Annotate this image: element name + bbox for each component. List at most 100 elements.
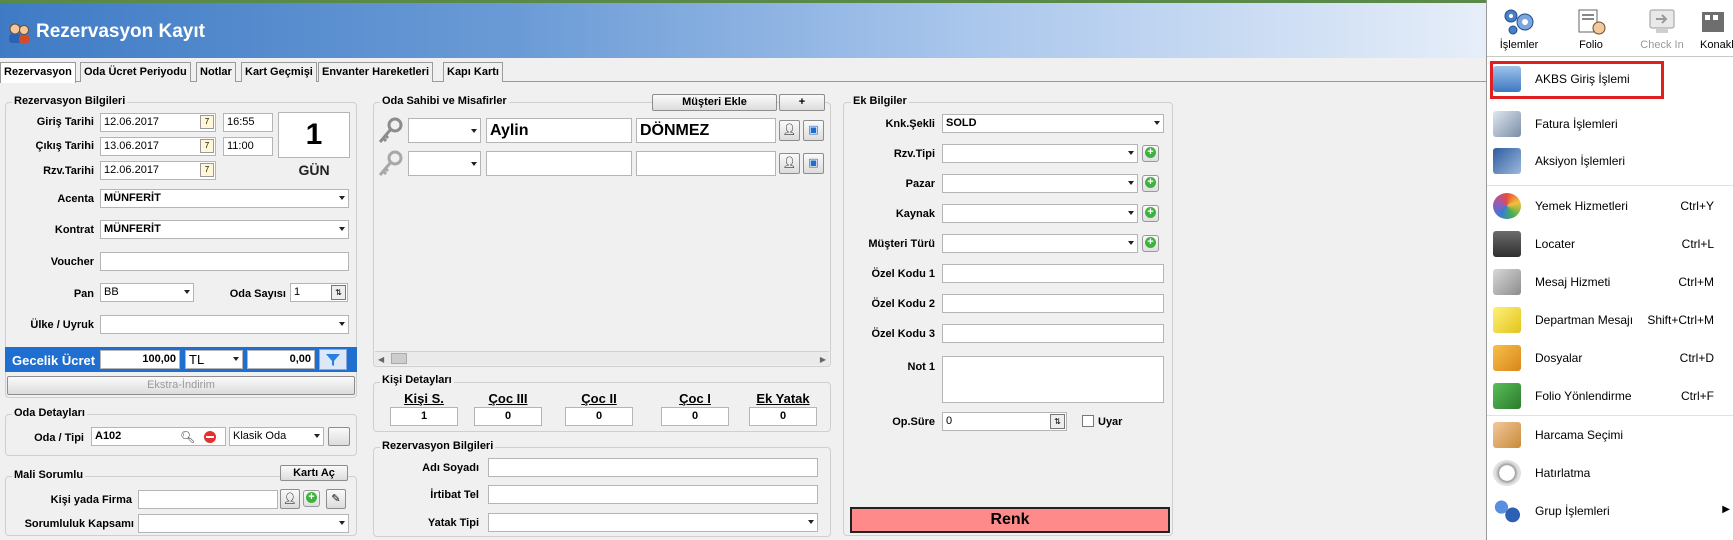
ozel-kodu-3-input[interactable] — [942, 324, 1164, 343]
knk-sekli-select[interactable]: SOLD — [942, 114, 1164, 133]
scroll-left-icon[interactable]: ◀ — [378, 355, 384, 364]
irtibat-tel-input[interactable] — [488, 485, 818, 504]
kontrat-select[interactable]: MÜNFERİT — [100, 220, 349, 239]
calendar-icon[interactable]: 7 — [200, 115, 214, 129]
filter-button[interactable] — [319, 349, 347, 370]
kisi-firma-input[interactable] — [138, 490, 278, 509]
musteri-turu-select[interactable] — [942, 234, 1138, 253]
search-icon[interactable]: 🔍︎ — [180, 430, 195, 444]
kaynak-select[interactable] — [942, 204, 1138, 223]
guest-first-name[interactable] — [486, 151, 632, 176]
ulke-select[interactable] — [100, 315, 349, 334]
musteri-ekle-button[interactable]: Müşteri Ekle — [652, 94, 777, 111]
add-guest-button[interactable]: + — [779, 94, 825, 111]
cikis-label: Çıkış Tarihi — [35, 140, 94, 152]
guest-last-name[interactable] — [636, 151, 776, 176]
id-card-icon[interactable]: ▣ — [803, 120, 824, 141]
menu-folio-yonlendirme[interactable]: Folio Yönlendirme Ctrl+F — [1487, 379, 1733, 413]
id-card-icon[interactable]: ▣ — [803, 153, 824, 174]
check-in-button[interactable]: Check In — [1637, 6, 1687, 51]
konakla-button[interactable]: Konakla — [1692, 6, 1733, 51]
giris-date-input[interactable]: 12.06.2017 — [100, 113, 216, 132]
tab-kapi-karti[interactable]: Kapı Kartı — [443, 62, 503, 82]
add-icon[interactable] — [1142, 175, 1159, 192]
menu-grup[interactable]: Grup İşlemleri ▶ — [1487, 494, 1733, 528]
add-icon[interactable] — [303, 490, 320, 507]
cikis-time-input[interactable]: 11:00 — [223, 137, 273, 156]
actions-panel: İşlemler Folio Check In Konakla AKBS Gir… — [1486, 0, 1733, 540]
giris-label: Giriş Tarihi — [36, 116, 94, 128]
stepper-icon[interactable]: ⇅ — [1050, 414, 1065, 429]
guest-last-name[interactable]: DÖNMEZ — [636, 118, 776, 143]
renk-button[interactable]: Renk — [850, 507, 1170, 533]
not-1-textarea[interactable] — [942, 356, 1164, 403]
pan-select[interactable]: BB — [100, 283, 194, 302]
oda-tipi-select[interactable]: Klasik Oda — [229, 427, 324, 446]
acenta-select[interactable]: MÜNFERİT — [100, 189, 349, 208]
guest-title-select[interactable] — [408, 118, 481, 143]
edit-icon[interactable]: ✎ — [326, 489, 346, 509]
cikis-date-input[interactable]: 13.06.2017 — [100, 137, 216, 156]
adi-soyadi-input[interactable] — [488, 458, 818, 477]
kisi-s-input[interactable]: 1 — [390, 407, 458, 426]
op-sure-stepper[interactable]: 0 ⇅ — [942, 412, 1067, 431]
clear-icon[interactable] — [204, 431, 216, 443]
gecelik-amount-input[interactable]: 100,00 — [100, 350, 180, 369]
tab-oda-ucret-periyodu[interactable]: Oda Ücret Periyodu — [80, 62, 191, 82]
ekstra-indirim-button[interactable]: Ekstra-İndirim — [7, 376, 355, 395]
person-search-icon[interactable]: 👤︎ — [280, 489, 300, 509]
tab-kart-gecmisi[interactable]: Kart Geçmişi — [241, 62, 317, 82]
note-icon — [1493, 307, 1521, 333]
rzv-tipi-select[interactable] — [942, 144, 1138, 163]
tab-notlar[interactable]: Notlar — [196, 62, 236, 82]
menu-fatura[interactable]: Fatura İşlemleri — [1487, 107, 1733, 141]
add-icon[interactable] — [1142, 235, 1159, 252]
ozel-kodu-2-input[interactable] — [942, 294, 1164, 313]
menu-departman[interactable]: Departman Mesajı Shift+Ctrl+M — [1487, 303, 1733, 337]
pazar-select[interactable] — [942, 174, 1138, 193]
yatak-tipi-select[interactable] — [488, 513, 818, 532]
coc3-input[interactable]: 0 — [474, 407, 542, 426]
tab-envanter-hareketleri[interactable]: Envanter Hareketleri — [318, 62, 433, 82]
oda-detay-button[interactable] — [328, 427, 350, 446]
action-icon — [1493, 148, 1521, 174]
ozel-kodu-1-input[interactable] — [942, 264, 1164, 283]
gecelik-extra-input[interactable]: 0,00 — [247, 350, 315, 369]
horizontal-scrollbar[interactable]: ◀ ▶ — [375, 351, 829, 365]
calendar-icon[interactable]: 7 — [200, 163, 214, 177]
add-icon[interactable] — [1142, 205, 1159, 222]
pazar-label: Pazar — [905, 178, 935, 190]
giris-time-input[interactable]: 16:55 — [223, 113, 273, 132]
oda-sayisi-stepper[interactable]: 1 ⇅ — [290, 283, 348, 302]
menu-yemek[interactable]: Yemek Hizmetleri Ctrl+Y — [1487, 189, 1733, 223]
scroll-right-icon[interactable]: ▶ — [820, 355, 826, 364]
ek-yatak-input[interactable]: 0 — [749, 407, 817, 426]
guest-title-select[interactable] — [408, 151, 481, 176]
folio-button[interactable]: Folio — [1569, 6, 1613, 51]
scroll-thumb[interactable] — [391, 353, 407, 364]
coc1-input[interactable]: 0 — [661, 407, 729, 426]
islemler-button[interactable]: İşlemler — [1497, 6, 1541, 51]
guest-card-icon[interactable]: 👤︎ — [779, 120, 800, 141]
guest-card-icon[interactable]: 👤︎ — [779, 153, 800, 174]
stepper-icon[interactable]: ⇅ — [331, 285, 346, 300]
rzv-date-input[interactable]: 12.06.2017 — [100, 161, 216, 180]
kart-ac-button[interactable]: Kartı Aç — [280, 465, 348, 481]
menu-dosyalar[interactable]: Dosyalar Ctrl+D — [1487, 341, 1733, 375]
uyar-checkbox[interactable] — [1082, 415, 1094, 427]
add-icon[interactable] — [1142, 145, 1159, 162]
calendar-icon[interactable]: 7 — [200, 139, 214, 153]
coc2-input[interactable]: 0 — [565, 407, 633, 426]
menu-harcama[interactable]: Harcama Seçimi — [1487, 418, 1733, 452]
currency-select[interactable]: TL — [185, 350, 243, 369]
highlight-box — [1490, 61, 1664, 99]
kapsam-select[interactable] — [138, 514, 349, 533]
menu-hatirlatma[interactable]: Hatırlatma — [1487, 456, 1733, 490]
kontrat-label: Kontrat — [54, 224, 94, 236]
tab-rezervasyon[interactable]: Rezervasyon — [0, 62, 76, 83]
menu-mesaj[interactable]: Mesaj Hizmeti Ctrl+M — [1487, 265, 1733, 299]
guest-first-name[interactable]: Aylin — [486, 118, 632, 143]
menu-aksiyon[interactable]: Aksiyon İşlemleri — [1487, 144, 1733, 178]
voucher-input[interactable] — [100, 252, 349, 271]
menu-locater[interactable]: Locater Ctrl+L — [1487, 227, 1733, 261]
